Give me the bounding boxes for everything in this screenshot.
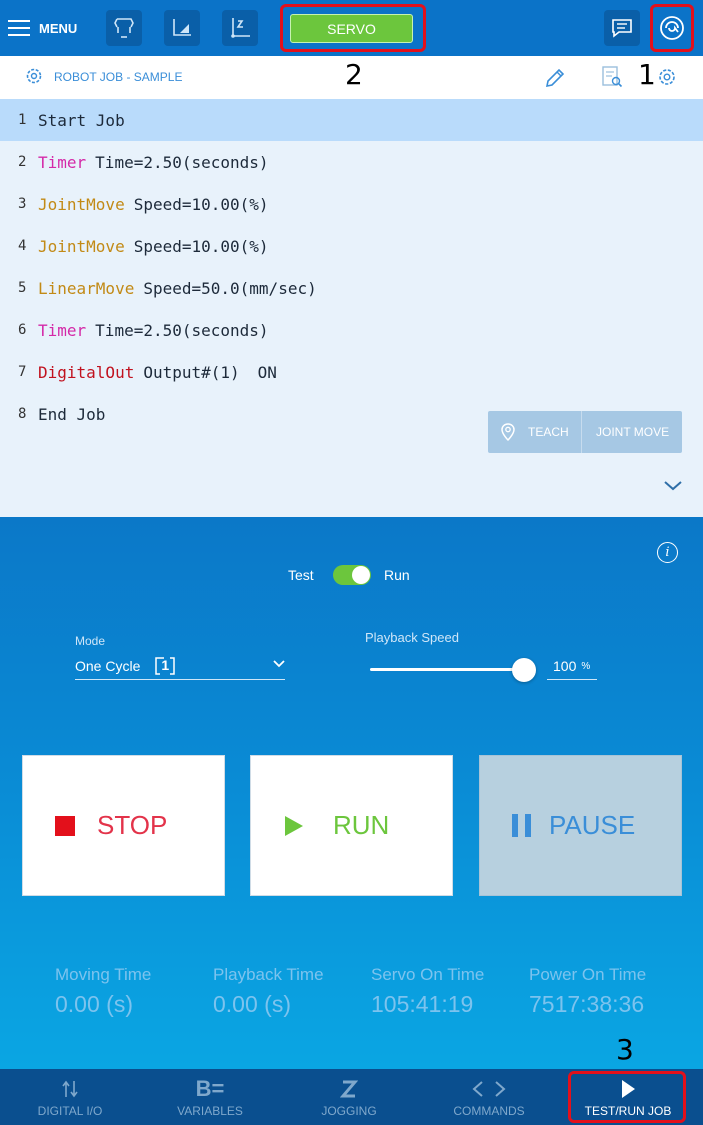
coordinate-frame-button[interactable] [164, 10, 200, 46]
code-line-6[interactable]: 6 Timer Time=2.50(seconds) [0, 309, 703, 351]
menu-button[interactable]: MENU [8, 14, 98, 42]
servo-on-time-stat: Servo On Time 105:41:19 [371, 965, 485, 1017]
mode-dropdown[interactable]: One Cycle 1 [75, 653, 285, 680]
run-label: RUN [333, 810, 390, 840]
gripper-button[interactable] [106, 10, 142, 46]
chat-button[interactable] [604, 10, 640, 46]
job-title: ROBOT JOB - SAMPLE [54, 70, 183, 84]
playback-time-stat: Playback Time 0.00 (s) [213, 965, 324, 1017]
tool-frame-button[interactable] [222, 10, 258, 46]
gear-icon[interactable] [24, 66, 44, 86]
location-pin-icon [501, 423, 515, 442]
speed-unit: % [581, 660, 591, 672]
jogging-icon [340, 1077, 358, 1101]
teach-toolbar: TEACH JOINT MOVE [488, 411, 682, 453]
pause-label: PAUSE [549, 810, 636, 840]
command-param: Speed=10.00(%) [133, 236, 269, 256]
command-name: LinearMove [38, 278, 135, 298]
code-line-2[interactable]: 2 Timer Time=2.50(seconds) [0, 141, 703, 183]
variables-icon: B= [195, 1075, 225, 1101]
nav-digital-io[interactable]: DIGITAL I/O [20, 1069, 120, 1125]
command-name: JointMove [38, 236, 125, 256]
command-param: Speed=10.00(%) [133, 194, 269, 214]
code-text: End Job [38, 404, 106, 424]
nav-variables[interactable]: B= VARIABLES [160, 1069, 260, 1125]
gripper-icon [114, 18, 134, 38]
connection-icon [660, 16, 684, 40]
command-param: Speed=50.0(mm/sec) [143, 278, 317, 298]
nav-label: COMMANDS [453, 1103, 525, 1118]
playback-speed-slider-thumb[interactable] [512, 658, 536, 682]
command-param-2: ON [257, 362, 277, 382]
info-icon[interactable]: i [657, 542, 678, 563]
one-cycle-icon: 1 [154, 656, 176, 676]
job-settings-icon[interactable] [656, 66, 678, 88]
nav-label: VARIABLES [177, 1103, 243, 1118]
teach-button[interactable]: TEACH [488, 411, 581, 453]
code-line-7[interactable]: 7 DigitalOut Output#(1) ON [0, 351, 703, 393]
power-on-time-stat: Power On Time 7517:38:36 [529, 965, 647, 1017]
command-name: Timer [38, 152, 87, 172]
chevron-down-icon[interactable] [662, 479, 684, 493]
moving-time-stat: Moving Time 0.00 (s) [55, 965, 152, 1017]
job-code-editor: 1 Start Job 2 Timer Time=2.50(seconds) 3… [0, 99, 703, 517]
teach-label: TEACH [528, 425, 569, 439]
coordinate-frame-icon [173, 19, 191, 36]
digital-io-icon [61, 1077, 79, 1101]
command-name: JointMove [38, 194, 125, 214]
nav-jogging[interactable]: JOGGING [299, 1069, 399, 1125]
chat-icon [612, 19, 632, 38]
annotation-number-2: 2 [345, 58, 363, 91]
job-header: ROBOT JOB - SAMPLE 2 1 [0, 56, 703, 99]
hamburger-icon [8, 19, 30, 37]
run-button[interactable]: RUN [250, 755, 453, 896]
document-search-icon[interactable] [600, 65, 624, 89]
annotation-box-test-run-job [568, 1071, 686, 1123]
command-param: Time=2.50(seconds) [95, 320, 269, 340]
test-mode-label: Test [288, 567, 314, 583]
tool-frame-icon [231, 18, 250, 38]
nav-label: DIGITAL I/O [37, 1103, 103, 1118]
mode-label: Mode [75, 634, 106, 648]
nav-commands[interactable]: COMMANDS [439, 1069, 539, 1125]
code-line-4[interactable]: 4 JointMove Speed=10.00(%) [0, 225, 703, 267]
connection-button[interactable] [654, 10, 690, 46]
nav-label: JOGGING [321, 1103, 377, 1118]
top-bar: MENU SERVO [0, 0, 703, 56]
command-name: DigitalOut [38, 362, 135, 382]
commands-icon [471, 1077, 507, 1101]
menu-label: MENU [39, 20, 78, 36]
run-mode-label: Run [384, 567, 410, 583]
code-line-1[interactable]: 1 Start Job [0, 99, 703, 141]
stop-button[interactable]: STOP [22, 755, 225, 896]
command-param: Time=2.50(seconds) [95, 152, 269, 172]
toggle-knob [352, 566, 370, 584]
playback-speed-label: Playback Speed [365, 630, 459, 645]
joint-move-label: JOINT MOVE [596, 425, 670, 439]
test-run-panel: i Test Run Mode One Cycle 1 Playback Spe… [0, 517, 703, 1069]
annotation-number-1: 1 [638, 58, 656, 91]
playback-speed-slider-track[interactable] [370, 668, 524, 671]
code-line-3[interactable]: 3 JointMove Speed=10.00(%) [0, 183, 703, 225]
playback-speed-input[interactable]: 100 % [547, 653, 597, 680]
code-line-5[interactable]: 5 LinearMove Speed=50.0(mm/sec) [0, 267, 703, 309]
annotation-number-3: 3 [616, 1033, 634, 1066]
pencil-icon[interactable] [543, 66, 567, 90]
servo-button[interactable]: SERVO [290, 14, 413, 43]
stop-icon [55, 815, 75, 836]
chevron-down-icon [273, 660, 285, 668]
pause-button[interactable]: PAUSE [479, 755, 682, 896]
code-text: Start Job [38, 110, 125, 130]
speed-value: 100 [553, 658, 577, 674]
pause-icon [512, 814, 531, 837]
command-param: Output#(1) [143, 362, 240, 382]
test-run-toggle[interactable] [333, 565, 371, 585]
command-name: Timer [38, 320, 87, 340]
stop-label: STOP [97, 810, 168, 840]
joint-move-button[interactable]: JOINT MOVE [582, 411, 682, 453]
play-icon [285, 815, 303, 836]
mode-value: One Cycle [75, 658, 141, 674]
